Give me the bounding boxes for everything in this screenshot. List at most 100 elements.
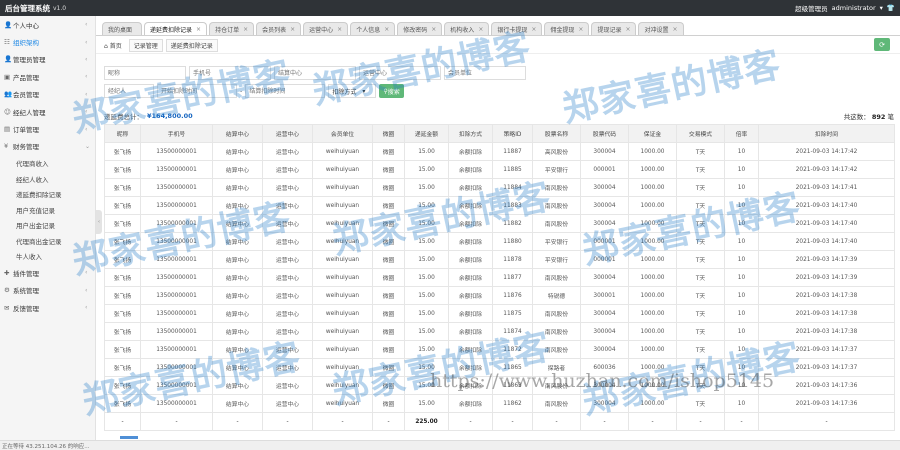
sidebar-subitem[interactable]: 代理商出金记录 [0,233,95,249]
column-header[interactable]: 倍率 [724,124,759,143]
tab[interactable]: 修改密码 × [397,22,443,35]
column-header[interactable]: 运营中心 [262,124,313,143]
tab[interactable]: 对冲设置 × [638,22,684,35]
table-cell: 300004 [580,304,629,323]
close-icon[interactable]: × [384,26,389,33]
sidebar-item[interactable]: ⚙ 系统管理 ‹ [0,282,95,299]
tab-label: 会员列表 [262,26,287,34]
breadcrumb-item-records[interactable]: 记录管理 [128,38,163,52]
column-header[interactable]: 交易模式 [676,124,725,143]
tab[interactable]: 个人信息 × [350,22,396,35]
deduct-method-select[interactable]: 扣除方式 ▾ [328,84,377,98]
close-icon[interactable]: × [625,26,630,33]
column-header[interactable]: 扣除方式 [448,124,493,143]
tab[interactable]: 机构收入 × [444,22,490,35]
table-row[interactable]: 张飞扬 13500000001 结算中心 运营中心 weihuiyuan 微圈 15.00 余… [104,250,895,269]
member-unit-input[interactable] [444,66,526,80]
sidebar-subitem[interactable]: 牛人收入 [0,249,95,265]
broker-input[interactable] [104,84,154,98]
table-row[interactable]: 张飞扬 13500000001 结算中心 运营中心 weihuiyuan 微圈 15.00 余… [104,286,895,305]
table-row[interactable]: 张飞扬 13500000001 结算中心 运营中心 weihuiyuan 微圈 15.00 余… [104,394,895,413]
sidebar-collapse-handle[interactable]: ‹ [96,210,102,234]
sidebar-item[interactable]: ▣ 产品管理 ‹ [0,68,95,85]
sidebar-item[interactable]: 👤 个人中心 ‹ [0,16,95,33]
shirt-icon[interactable]: 👕 [887,4,895,12]
tab[interactable]: 我的桌面 [102,22,143,35]
close-icon[interactable]: × [578,26,583,33]
column-header[interactable]: 手机号 [140,124,213,143]
close-icon[interactable]: × [196,26,201,33]
phone-input[interactable] [189,66,271,80]
table-row[interactable]: 张飞扬 13500000001 结算中心 运营中心 weihuiyuan 微圈 15.00 余… [104,232,895,251]
sidebar-subitem[interactable]: 代理商收入 [0,155,95,171]
table-row[interactable]: 张飞扬 13500000001 结算中心 运营中心 weihuiyuan 微圈 15.00 余… [104,142,895,161]
sidebar-subitem[interactable]: 用户出金记录 [0,218,95,234]
refresh-button[interactable]: ⟳ [874,38,890,51]
column-header[interactable]: 股票代码 [580,124,629,143]
table-row[interactable]: 张飞扬 13500000001 结算中心 运营中心 weihuiyuan 微圈 15.00 余… [104,196,895,215]
caret-down-icon[interactable]: ▾ [880,4,883,12]
column-header[interactable]: 股票名称 [532,124,581,143]
table-row[interactable]: 张飞扬 13500000001 结算中心 运营中心 weihuiyuan 微圈 15.00 余… [104,214,895,233]
close-icon[interactable]: × [531,26,536,33]
tab[interactable]: 递延费扣除记录 × [144,22,208,35]
footer-cell: - [580,412,629,431]
table-cell: 余额扣除 [448,268,493,287]
tab[interactable]: 持仓订单 × [209,22,255,35]
start-time-input[interactable] [157,84,237,98]
table-cell: 11863 [492,376,533,395]
breadcrumb-home[interactable]: ⌂ 首页 [104,40,126,51]
column-header[interactable]: 会员单位 [312,124,373,143]
close-icon[interactable]: × [431,26,436,33]
sidebar-item[interactable]: ✉ 反馈管理 ‹ [0,299,95,316]
sidebar-item[interactable]: 👥 会员管理 ‹ [0,86,95,103]
close-icon[interactable]: × [673,26,678,33]
column-header[interactable]: 昵称 [104,124,141,143]
table-row[interactable]: 张飞扬 13500000001 结算中心 运营中心 weihuiyuan 微圈 15.00 余… [104,322,895,341]
sidebar-subitem[interactable]: 递延费扣除记录 [0,186,95,202]
operation-center-input[interactable] [359,66,441,80]
column-header[interactable]: 递延金额 [404,124,449,143]
column-header[interactable]: 结算中心 [212,124,263,143]
sidebar-item[interactable]: 👤 管理员管理 ‹ [0,51,95,68]
tab[interactable]: 佣金提现 × [544,22,590,35]
column-header[interactable]: 扣除时间 [758,124,895,143]
column-header[interactable]: 策略ID [492,124,533,143]
table-cell: 2021-09-03 14:17:40 [758,196,895,215]
sidebar-item[interactable]: ▤ 订单管理 ‹ [0,120,95,137]
close-icon[interactable]: × [337,26,342,33]
horizontal-scrollbar[interactable] [120,436,138,439]
sidebar-item[interactable]: ¥ 财务管理 ⌄ [0,138,95,155]
table-row[interactable]: 张飞扬 13500000001 结算中心 运营中心 weihuiyuan 微圈 15.00 余… [104,160,895,179]
close-icon[interactable]: × [478,26,483,33]
tab[interactable]: 运营中心 × [303,22,349,35]
tab[interactable]: 会员列表 × [256,22,302,35]
tab[interactable]: 银行卡提现 × [491,22,543,35]
column-header[interactable]: 微圈 [372,124,405,143]
sidebar-item[interactable]: ✚ 插件管理 ‹ [0,264,95,281]
table-row[interactable]: 张飞扬 13500000001 结算中心 运营中心 weihuiyuan 微圈 15.00 余… [104,178,895,197]
sidebar-item[interactable]: ☺ 经纪人管理 ‹ [0,103,95,120]
table-row[interactable]: 张飞扬 13500000001 结算中心 运营中心 weihuiyuan 微圈 15.00 余… [104,268,895,287]
user-name[interactable]: administrator [832,4,876,12]
sidebar-subitem[interactable]: 用户充值记录 [0,202,95,218]
table-row[interactable]: 张飞扬 13500000001 结算中心 运营中心 weihuiyuan 微圈 15.00 余… [104,304,895,323]
table-cell: 结算中心 [212,322,263,341]
table-cell: 运营中心 [262,322,313,341]
breadcrumb-item-current[interactable]: 递延费扣除记录 [165,38,218,52]
nickname-input[interactable] [104,66,186,80]
close-icon[interactable]: × [243,26,248,33]
table-row[interactable]: 张飞扬 13500000001 结算中心 运营中心 weihuiyuan 微圈 15.00 余… [104,358,895,377]
table-row[interactable]: 张飞扬 13500000001 结算中心 运营中心 weihuiyuan 微圈 15.00 余… [104,376,895,395]
settlement-center-input[interactable] [274,66,356,80]
sidebar-item[interactable]: ☷ 组织架构 ‹ [0,33,95,50]
tab[interactable]: 提现记录 × [591,22,637,35]
sidebar-subitem[interactable]: 经纪人收入 [0,171,95,187]
table-cell: 张飞扬 [104,214,141,233]
table-row[interactable]: 张飞扬 13500000001 结算中心 运营中心 weihuiyuan 微圈 15.00 余… [104,340,895,359]
close-icon[interactable]: × [290,26,295,33]
user-area[interactable]: 超级管理员 administrator ▾ 👕 [795,3,895,13]
search-button[interactable]: ⚲ 搜索 [379,84,404,98]
column-header[interactable]: 保证金 [628,124,677,143]
end-time-input[interactable] [245,84,326,98]
